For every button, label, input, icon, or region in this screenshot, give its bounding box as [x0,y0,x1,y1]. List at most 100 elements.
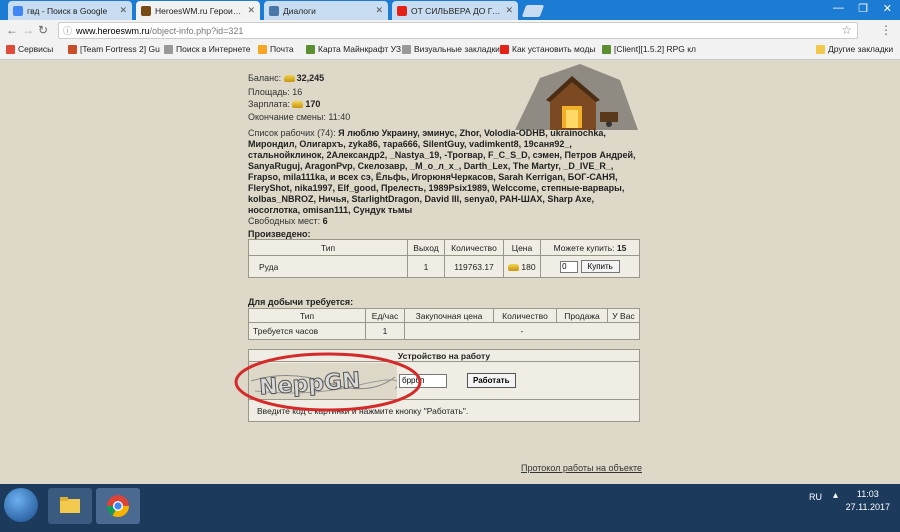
area-row: Площадь: 16 [248,87,302,97]
workers-names[interactable]: Я люблю Украину, эминус, Zhor, Volodia-O… [248,128,636,215]
gold-icon [292,101,304,109]
bookmark-label: Сервисы [18,44,54,54]
page-icon [602,44,611,54]
bookmark-search[interactable]: Поиск в Интернете [164,44,251,54]
buy-quantity-input[interactable] [560,260,579,273]
bookmark-rpg[interactable]: [Client][1.5.2] RPG кл [602,44,696,54]
folder-icon [60,497,80,513]
col-per-hour: Ед/час [365,308,405,323]
clock-date: 27.11.2017 [845,502,890,512]
bookmarks-bar: Сервисы [Team Fortress 2] Gu Поиск в Инт… [0,42,900,60]
resource-output: 1 [407,255,445,278]
required-per-hour: 1 [365,322,405,340]
heroeswm-icon [141,5,151,16]
new-tab-button[interactable] [521,5,545,17]
protocol-link[interactable]: Протокол работы на объекте [521,463,642,473]
col-quantity: Количество [493,308,557,323]
tab-youtube[interactable]: ОТ СИЛЬВЕРА ДО ГЛОБАЛА ✕ [392,1,518,20]
close-icon[interactable]: ✕ [505,5,513,16]
resource-type: Руда [248,255,408,278]
shift-label: Окончание смены: [248,112,326,122]
bookmark-label: [Team Fortress 2] Gu [80,44,160,54]
explorer-taskbar-icon[interactable] [48,488,92,524]
bookmark-label: Визуальные закладки [414,44,500,54]
back-icon[interactable]: ← [6,23,18,37]
windows-start-icon[interactable] [4,488,38,522]
clock[interactable]: 11:03 27.11.2017 [846,488,890,514]
clock-time: 11:03 [856,489,879,499]
google-icon [13,5,23,16]
free-places-label: Свободных мест: [248,216,321,226]
free-places-value: 6 [322,216,328,226]
buy-cell: Купить [540,255,640,278]
vk-icon [269,5,279,16]
tab-heroeswm[interactable]: HeroesWM.ru Герои войны и денег ✕ [136,1,260,20]
bookmark-label: Карта Майнкрафт УЗ [318,44,402,54]
col-price: Цена [503,239,541,256]
close-icon[interactable]: ✕ [119,5,127,16]
minecraft-icon [306,44,315,54]
can-buy-label: Можете купить: [553,242,615,253]
required-quantity: - [404,322,640,340]
required-title: Для добычи требуется: [248,297,354,307]
work-button[interactable]: Работать [467,372,516,388]
area-value: 16 [292,87,303,97]
url-input[interactable]: ⓘ www.heroeswm.ru/object-info.php?id=321 [58,22,858,39]
area-label: Площадь: [248,87,290,97]
bookmark-star-icon[interactable]: ☆ [841,23,852,37]
chrome-taskbar-icon[interactable] [96,488,140,524]
resource-quantity: 119763.17 [444,255,504,278]
page-icon [164,44,173,54]
menu-icon[interactable]: ⋮ [880,23,892,37]
page-icon [402,44,411,54]
col-purchase-price: Закупочная цена [404,308,494,323]
bookmark-tf2[interactable]: [Team Fortress 2] Gu [68,44,160,54]
bookmark-apps[interactable]: Сервисы [6,44,53,54]
col-can-buy: Можете купить: 15 [540,239,640,256]
col-type: Тип [248,308,366,323]
reload-icon[interactable]: ↻ [38,23,48,37]
balance-label: Баланс: [248,73,282,83]
tab-label: гвд - Поиск в Google [27,5,108,16]
resource-price: 180 [521,261,536,272]
shift-row: Окончание смены: 11:40 [248,112,350,122]
workers-list: Список рабочих (74): Я люблю Украину, эм… [248,128,638,227]
tab-dialogs[interactable]: Диалоги ✕ [264,1,388,20]
page-content: Баланс: 32,245 Площадь: 16 Зарплата: 170… [0,60,900,484]
bookmark-mods[interactable]: Как установить моды [500,44,596,54]
bookmark-visual[interactable]: Визуальные закладки [402,44,500,54]
required-type: Требуется часов [248,322,366,340]
red-annotation-ellipse [234,352,422,412]
tab-label: Диалоги [283,5,316,16]
gold-icon [283,75,295,83]
bookmark-label: Как установить моды [512,44,596,54]
bookmark-mail[interactable]: Почта [258,44,294,54]
tray-arrow-icon[interactable]: ▴ [833,490,838,501]
minimize-icon[interactable]: — [833,2,844,14]
url-host: www.heroeswm.ru [76,25,150,36]
table-row: Руда 1 119763.17 180 Купить [248,255,640,278]
chrome-icon [107,495,129,517]
salary-value: 170 [305,99,321,109]
col-output: Выход [407,239,445,256]
tab-google-search[interactable]: гвд - Поиск в Google ✕ [8,1,132,20]
browser-tab-bar: гвд - Поиск в Google ✕ HeroesWM.ru Герои… [0,0,900,20]
language-indicator[interactable]: RU [809,492,822,502]
salary-row: Зарплата: 170 [248,99,320,109]
page-info-icon[interactable]: ⓘ [63,24,72,37]
close-icon[interactable]: ✕ [375,5,383,16]
mail-icon [258,44,267,54]
bookmark-other[interactable]: Другие закладки [816,44,893,54]
restore-icon[interactable]: ❐ [858,2,868,15]
close-icon[interactable]: ✕ [247,5,255,16]
table-row: Требуется часов 1 - [248,322,640,340]
bookmark-minecraft-map[interactable]: Карта Майнкрафт УЗ [306,44,401,54]
tab-label: ОТ СИЛЬВЕРА ДО ГЛОБАЛА [411,5,501,16]
col-sale: Продажа [556,308,608,323]
close-window-icon[interactable]: ✕ [883,2,892,15]
workers-label: Список рабочих (74): [248,128,336,138]
forward-icon[interactable]: → [22,23,34,37]
col-have: У Вас [607,308,640,323]
col-type: Тип [248,239,408,256]
buy-button[interactable]: Купить [580,260,620,273]
